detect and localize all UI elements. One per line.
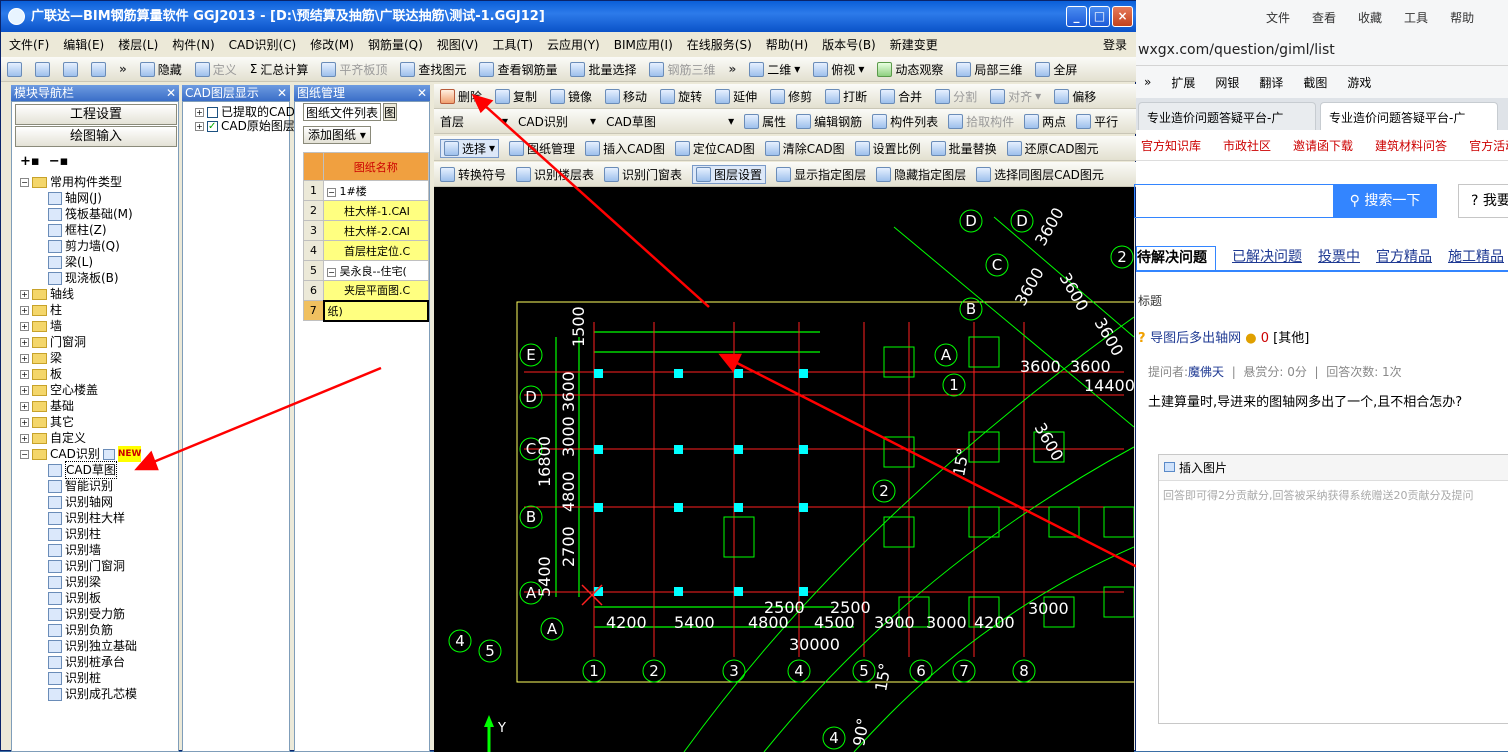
category-tag: [其他] bbox=[1273, 331, 1310, 346]
title-label: 标题 bbox=[1138, 294, 1163, 308]
question-tabs: 待解决问题 已解决问题 投票中 官方精品 施工精品 bbox=[1136, 246, 1508, 272]
question-row: ? 导图后多出轴网 ● 0 [其他] bbox=[1138, 327, 1309, 346]
ask-question-button[interactable]: ? 我要 bbox=[1458, 184, 1508, 218]
browser-menu-favorites[interactable]: 收藏 bbox=[1358, 9, 1382, 26]
coin-count: 0 bbox=[1260, 331, 1269, 346]
question-title-link[interactable]: 导图后多出轴网 bbox=[1150, 331, 1241, 346]
asker-link[interactable]: 魔佛天 bbox=[1188, 365, 1224, 379]
screenshot-button[interactable]: 截图 bbox=[1303, 74, 1327, 91]
search-input[interactable] bbox=[1134, 184, 1334, 218]
browser-tabs: 专业造价问题答疑平台-广 专业造价问题答疑平台-广 bbox=[1136, 98, 1508, 130]
link-activities[interactable]: 官方活动 bbox=[1469, 137, 1508, 154]
question-icon: ? bbox=[1138, 331, 1151, 346]
browser-menu-file[interactable]: 文件 bbox=[1266, 9, 1290, 26]
site-nav-links: 官方知识库 市政社区 邀请函下载 建筑材料问答 官方活动 bbox=[1136, 130, 1508, 160]
search-button[interactable]: ⚲ 搜索一下 bbox=[1333, 184, 1437, 218]
tab-solved[interactable]: 已解决问题 bbox=[1232, 246, 1302, 270]
tab-construction[interactable]: 施工精品 bbox=[1448, 246, 1504, 270]
question-body: 土建算量时,导进来的图轴网多出了一个,且不相合怎办? bbox=[1148, 395, 1463, 410]
editor-toolbar: 插入图片 bbox=[1159, 455, 1508, 481]
address-bar[interactable]: wxgx.com/question/giml/list bbox=[1136, 34, 1508, 66]
insert-image-button[interactable]: 插入图片 bbox=[1179, 461, 1227, 475]
browser-menu: 文件 查看 收藏 工具 帮助 bbox=[1136, 0, 1508, 34]
image-icon bbox=[1164, 462, 1175, 472]
tab-official[interactable]: 官方精品 bbox=[1376, 246, 1432, 270]
annotation-arrows bbox=[134, 94, 710, 471]
answer-editor[interactable]: 插入图片 回答即可得2分贡献分,回答被采纳获得系统赠送20贡献分及提问 bbox=[1158, 454, 1508, 724]
translate-button[interactable]: 翻译 bbox=[1259, 74, 1283, 91]
search-icon: ⚲ bbox=[1349, 193, 1365, 209]
browser-menu-help[interactable]: 帮助 bbox=[1450, 9, 1474, 26]
coin-icon: ● bbox=[1245, 331, 1257, 346]
browser-tab-active[interactable]: 专业造价问题答疑平台-广 bbox=[1320, 102, 1498, 130]
url-text[interactable]: wxgx.com/question/giml/list bbox=[1136, 42, 1335, 58]
bank-button[interactable]: 网银 bbox=[1215, 74, 1239, 91]
games-button[interactable]: 游戏 bbox=[1347, 74, 1371, 91]
question-meta: 提问者:魔佛天 | 悬赏分: 0分 | 回答次数: 1次 bbox=[1148, 365, 1402, 379]
ggj-app-window: 广联达—BIM钢筋算量软件 GGJ2013 - [D:\预结算及抽筋\广联达抽筋… bbox=[0, 0, 1137, 752]
more-icon[interactable]: » bbox=[1144, 75, 1151, 89]
browser-tab[interactable]: 专业造价问题答疑平台-广 bbox=[1138, 102, 1316, 130]
tab-voting[interactable]: 投票中 bbox=[1318, 246, 1360, 270]
link-materials[interactable]: 建筑材料问答 bbox=[1375, 137, 1447, 154]
answer-placeholder: 回答即可得2分贡献分,回答被采纳获得系统赠送20贡献分及提问 bbox=[1163, 489, 1474, 502]
tab-unsolved[interactable]: 待解决问题 bbox=[1136, 246, 1216, 270]
link-knowledge[interactable]: 官方知识库 bbox=[1141, 137, 1201, 154]
extensions-button[interactable]: 扩展 bbox=[1171, 74, 1195, 91]
link-invitation[interactable]: 邀请函下载 bbox=[1293, 137, 1353, 154]
question-icon: ? bbox=[1471, 193, 1483, 209]
browser-window: 文件 查看 收藏 工具 帮助 wxgx.com/question/giml/li… bbox=[1134, 0, 1508, 751]
browser-menu-tools[interactable]: 工具 bbox=[1404, 9, 1428, 26]
link-municipal[interactable]: 市政社区 bbox=[1223, 137, 1271, 154]
browser-menu-view[interactable]: 查看 bbox=[1312, 9, 1336, 26]
browser-toolbar: » 扩展 网银 翻译 截图 游戏 bbox=[1136, 66, 1508, 98]
